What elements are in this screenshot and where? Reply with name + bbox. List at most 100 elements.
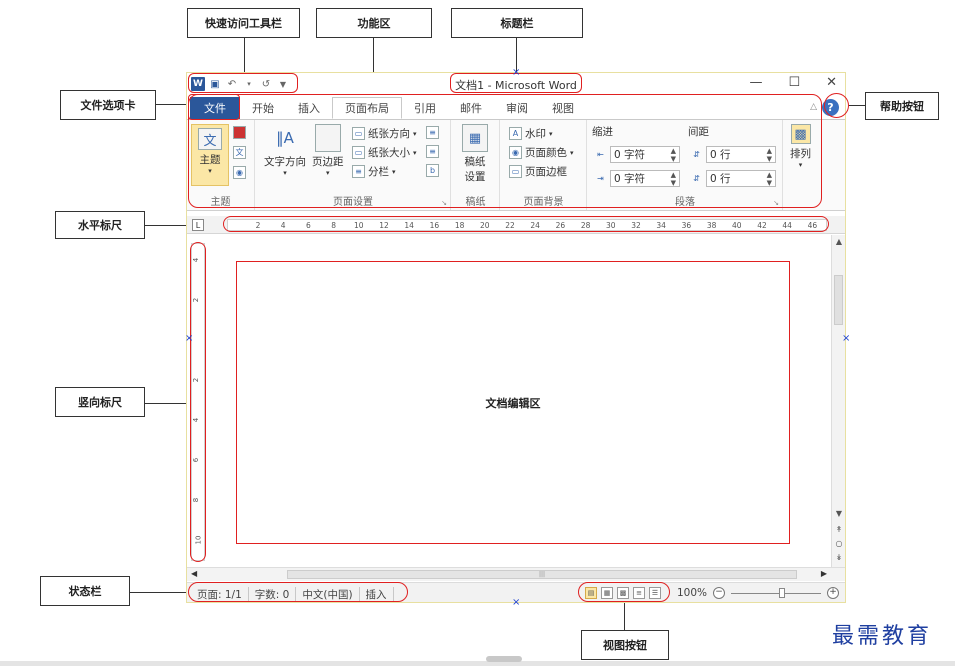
vertical-scrollbar[interactable]: ▲ ▼ ↟ ○ ↡	[831, 235, 845, 567]
document-edit-area[interactable]: 文档编辑区	[236, 261, 790, 544]
print-layout-icon[interactable]: ▤	[585, 587, 597, 599]
web-layout-icon[interactable]: ▩	[617, 587, 629, 599]
group-themes: 文 主题 ▾ 文 ◉ 主题	[187, 120, 255, 210]
status-page[interactable]: 页面: 1/1	[191, 587, 249, 602]
anchor-mark: ×	[185, 333, 194, 344]
themes-button[interactable]: 文 主题 ▾	[191, 124, 229, 186]
orientation-button[interactable]: ▭ 纸张方向 ▾	[352, 126, 417, 141]
page-border-button[interactable]: ▭ 页面边框	[509, 164, 567, 179]
tab-insert[interactable]: 插入	[286, 97, 332, 119]
dialog-launcher-icon[interactable]: ↘	[441, 199, 447, 207]
group-arrange: ▩ 排列 ▾	[784, 120, 824, 210]
connector-line	[244, 38, 245, 75]
zoom-slider[interactable]	[731, 587, 822, 598]
close-icon[interactable]: ✕	[826, 75, 837, 90]
zoom-slider-knob[interactable]	[779, 587, 786, 598]
browse-object-icon[interactable]: ○	[832, 539, 845, 548]
orientation-label: 纸张方向	[368, 128, 410, 140]
horizontal-ruler[interactable]: L 2 4 6 8 10 12 14 16 18 20 22 24 26 28 30 32 34 36 38 40 42…	[187, 216, 845, 234]
window-controls: — ☐ ✕	[749, 75, 837, 90]
indent-left-input[interactable]: 0 字符 ▲ ▼	[610, 146, 680, 163]
ruler-tick: 38	[706, 221, 717, 230]
line-numbers-button[interactable]: ≡	[426, 145, 439, 158]
arrange-button[interactable]: ▩ 排列 ▾	[790, 124, 811, 169]
text-direction-button[interactable]: ‖A 文字方向 ▾	[264, 124, 306, 177]
spacing-after-row: ⇵ 0 行 ▲ ▼	[690, 170, 776, 187]
status-language[interactable]: 中文(中国)	[296, 587, 360, 602]
page-color-button[interactable]: ◉ 页面颜色 ▾	[509, 145, 574, 160]
next-page-icon[interactable]: ↡	[832, 553, 845, 562]
group-page-setup: ‖A 文字方向 ▾ 页边距 ▾ ▭ 纸张方向 ▾ ▭ 纸张大小 ▾ ≡ 分栏 ▾ ≡ ≡ b…	[256, 120, 451, 210]
status-items: 页面: 1/1 字数: 0 中文(中国) 插入	[191, 587, 394, 602]
maximize-icon[interactable]: ☐	[788, 75, 800, 90]
size-button[interactable]: ▭ 纸张大小 ▾	[352, 145, 417, 160]
zoom-out-icon[interactable]: −	[713, 587, 726, 599]
ruler-tick: 12	[379, 221, 389, 230]
ruler-tick: 30	[606, 221, 616, 230]
minimize-icon[interactable]: —	[749, 75, 762, 90]
indent-right-value: 0 字符	[614, 173, 646, 185]
scroll-thumb[interactable]	[834, 275, 843, 325]
spinner-icon[interactable]: ▲ ▼	[767, 171, 772, 187]
dialog-launcher-icon[interactable]: ↘	[773, 199, 779, 207]
margins-button[interactable]: 页边距 ▾	[312, 124, 344, 177]
tab-file[interactable]: 文件	[190, 97, 240, 119]
scroll-thumb[interactable]: |||	[287, 570, 797, 579]
theme-colors-icon[interactable]	[233, 126, 246, 139]
zoom-level[interactable]: 100%	[677, 587, 707, 599]
ruler-tick: 2	[192, 297, 201, 303]
tab-view[interactable]: 视图	[540, 97, 586, 119]
scroll-left-icon[interactable]: ◀	[191, 569, 197, 578]
hyphenation-icon: b	[426, 164, 439, 177]
ruler-tick: 6	[306, 221, 311, 230]
status-words[interactable]: 字数: 0	[249, 587, 297, 602]
breaks-button[interactable]: ≡	[426, 126, 439, 139]
status-insert-mode[interactable]: 插入	[360, 587, 394, 602]
theme-effects-icon[interactable]: ◉	[233, 166, 246, 179]
watermark-button[interactable]: A 水印 ▾	[509, 126, 553, 141]
tab-home[interactable]: 开始	[240, 97, 286, 119]
scroll-right-icon[interactable]: ▶	[821, 569, 827, 578]
draft-view-icon[interactable]: ☰	[649, 587, 661, 599]
ruler-tick: 32	[631, 221, 641, 230]
tab-selector-icon[interactable]: L	[192, 219, 204, 231]
page-border-label: 页面边框	[525, 166, 567, 178]
draft-settings-button[interactable]: ▦ 稿纸 设置	[462, 124, 488, 184]
draft-button-line1: 稿纸	[464, 156, 486, 168]
spacing-before-input[interactable]: 0 行 ▲ ▼	[706, 146, 776, 163]
group-label: 稿纸	[465, 197, 486, 208]
help-icon[interactable]: ?	[822, 99, 839, 116]
tab-page-layout[interactable]: 页面布局	[332, 97, 402, 119]
theme-fonts-icon[interactable]: 文	[233, 146, 246, 159]
columns-button[interactable]: ≡ 分栏 ▾	[352, 164, 396, 179]
callout-qat: 快速访问工具栏	[187, 8, 300, 38]
vertical-ruler[interactable]: 4 2 2 4 6 8 10	[191, 243, 205, 561]
scroll-handle[interactable]	[486, 656, 522, 662]
horizontal-scrollbar[interactable]: ◀ ||| ▶	[187, 567, 845, 581]
ruler-tick: 16	[429, 221, 440, 230]
scroll-down-icon[interactable]: ▼	[832, 509, 845, 518]
hyphenation-button[interactable]: b	[426, 164, 439, 177]
full-screen-reading-icon[interactable]: ▦	[601, 587, 613, 599]
spinner-icon[interactable]: ▲ ▼	[767, 147, 772, 163]
indent-right-input[interactable]: 0 字符 ▲ ▼	[610, 170, 680, 187]
spinner-icon[interactable]: ▲ ▼	[671, 171, 676, 187]
group-label: 页面背景	[523, 197, 564, 208]
tab-review[interactable]: 审阅	[494, 97, 540, 119]
spacing-before-icon: ⇵	[693, 150, 700, 159]
outline-icon[interactable]: ≡	[633, 587, 645, 599]
callout-status-bar: 状态栏	[40, 576, 130, 606]
scroll-up-icon[interactable]: ▲	[832, 237, 845, 246]
tab-mailings[interactable]: 邮件	[448, 97, 494, 119]
callout-v-ruler: 竖向标尺	[55, 387, 145, 417]
tab-references[interactable]: 引用	[402, 97, 448, 119]
zoom-in-icon[interactable]: +	[827, 587, 840, 599]
spinner-icon[interactable]: ▲ ▼	[671, 147, 676, 163]
collapse-ribbon-icon[interactable]: △	[810, 102, 817, 112]
ribbon-tabs: 文件 开始 插入 页面布局 引用 邮件 审阅 视图	[187, 97, 845, 119]
spacing-after-input[interactable]: 0 行 ▲ ▼	[706, 170, 776, 187]
connector-line	[849, 105, 865, 106]
page-color-icon: ◉	[509, 146, 522, 159]
prev-page-icon[interactable]: ↟	[832, 525, 845, 534]
connector-line	[624, 603, 625, 631]
